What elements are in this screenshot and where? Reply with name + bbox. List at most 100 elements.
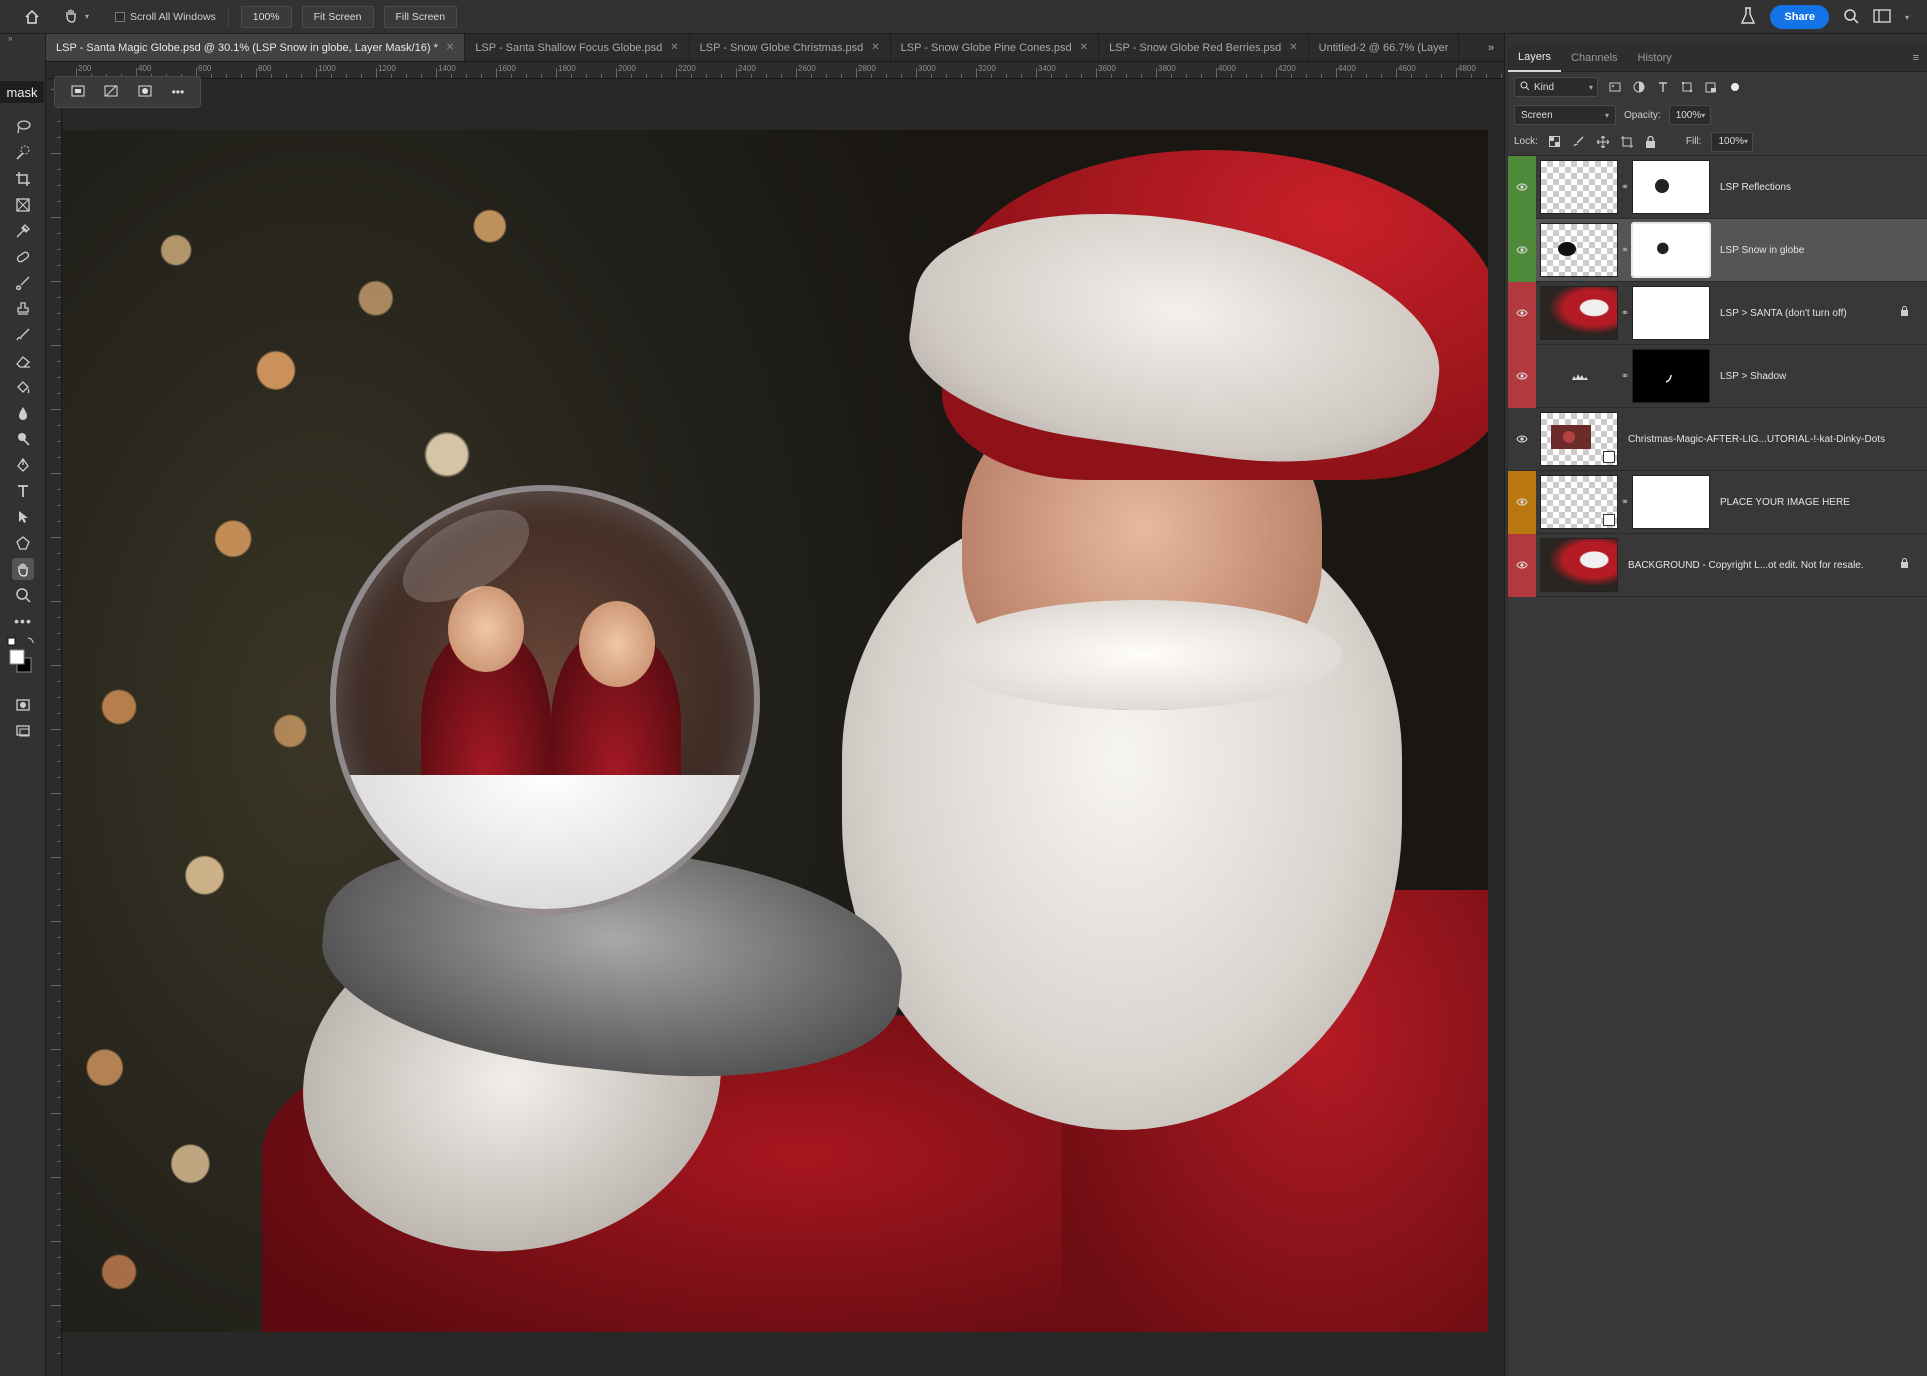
lock-artboard-icon[interactable]: [1620, 135, 1634, 149]
visibility-eye-icon[interactable]: [1508, 470, 1536, 534]
lock-all-icon[interactable]: [1644, 135, 1658, 149]
tab-document-3[interactable]: LSP - Snow Globe Pine Cones.psd ✕: [891, 34, 1100, 61]
layer-name[interactable]: LSP Reflections: [1720, 182, 1791, 193]
layer-thumbnail[interactable]: [1540, 160, 1618, 214]
more-tabs-icon[interactable]: »: [1478, 34, 1504, 61]
tab-document-5[interactable]: Untitled-2 @ 66.7% (Layer: [1309, 34, 1460, 61]
share-button[interactable]: Share: [1770, 5, 1829, 29]
lock-move-icon[interactable]: [1596, 135, 1610, 149]
layer-row[interactable]: ⚭ PLACE YOUR IMAGE HERE: [1508, 470, 1927, 534]
layer-mask-thumbnail[interactable]: [1632, 475, 1710, 529]
opacity-input[interactable]: 100% ▾: [1668, 105, 1711, 125]
levels-adjustment-icon[interactable]: [1540, 349, 1618, 403]
filter-kind-select[interactable]: Kind ▾: [1514, 77, 1598, 97]
layer-name[interactable]: BACKGROUND - Copyright L...ot edit. Not …: [1628, 560, 1864, 571]
filter-adjustment-icon[interactable]: [1632, 80, 1646, 94]
tab-history[interactable]: History: [1628, 44, 1682, 72]
blend-mode-select[interactable]: Screen ▾: [1514, 105, 1616, 125]
layer-name[interactable]: LSP Snow in globe: [1720, 245, 1804, 256]
fit-screen-button[interactable]: Fit Screen: [301, 5, 374, 28]
zoom-100-button[interactable]: 100%: [240, 5, 292, 28]
tab-document-4[interactable]: LSP - Snow Globe Red Berries.psd ✕: [1099, 34, 1309, 61]
layer-name[interactable]: LSP > SANTA (don't turn off): [1720, 308, 1847, 319]
paint-bucket-icon[interactable]: [12, 376, 34, 398]
home-icon[interactable]: [17, 2, 47, 32]
workspace-icon[interactable]: [1873, 8, 1891, 27]
hand-tool-preset[interactable]: ▾: [63, 5, 105, 29]
dodge-icon[interactable]: [12, 428, 34, 450]
filter-smart-object-icon[interactable]: [1704, 80, 1718, 94]
layer-row-selected[interactable]: ⚭ LSP Snow in globe: [1508, 218, 1927, 282]
layer-thumbnail[interactable]: [1540, 475, 1618, 529]
close-icon[interactable]: ✕: [871, 42, 879, 53]
layer-mask-thumbnail[interactable]: [1631, 222, 1711, 278]
lasso-icon[interactable]: [12, 116, 34, 138]
close-icon[interactable]: ✕: [1080, 42, 1088, 53]
eyedropper-icon[interactable]: [12, 220, 34, 242]
mask-select-icon[interactable]: [71, 84, 85, 101]
shape-icon[interactable]: [12, 532, 34, 554]
layer-name[interactable]: LSP > Shadow: [1720, 371, 1786, 382]
filter-toggle-icon[interactable]: [1728, 80, 1742, 94]
layer-name[interactable]: Christmas-Magic-AFTER-LIG...UTORIAL-!-ka…: [1628, 434, 1885, 445]
layer-row[interactable]: ⚭ LSP > SANTA (don't turn off): [1508, 281, 1927, 345]
link-icon[interactable]: ⚭: [1618, 497, 1632, 508]
quick-mask-icon[interactable]: [12, 694, 34, 716]
close-icon[interactable]: ✕: [670, 42, 678, 53]
mask-invert-icon[interactable]: [138, 84, 152, 101]
visibility-eye-icon[interactable]: [1508, 281, 1536, 345]
link-icon[interactable]: ⚭: [1618, 308, 1632, 319]
layer-mask-thumbnail[interactable]: [1632, 286, 1710, 340]
close-icon[interactable]: ✕: [446, 42, 454, 53]
scroll-all-windows-checkbox[interactable]: Scroll All Windows: [115, 11, 216, 23]
lock-brush-icon[interactable]: [1572, 135, 1586, 149]
layer-thumbnail[interactable]: [1540, 538, 1618, 592]
visibility-eye-icon[interactable]: [1508, 408, 1536, 471]
layer-row[interactable]: BACKGROUND - Copyright L...ot edit. Not …: [1508, 533, 1927, 597]
tab-document-2[interactable]: LSP - Snow Globe Christmas.psd ✕: [690, 34, 891, 61]
panel-menu-icon[interactable]: ≡: [1913, 52, 1927, 64]
close-icon[interactable]: ✕: [1289, 42, 1297, 53]
more-options-icon[interactable]: •••: [172, 85, 185, 99]
fill-screen-button[interactable]: Fill Screen: [383, 5, 458, 28]
color-swatches-icon[interactable]: [6, 636, 36, 676]
filter-shape-icon[interactable]: [1680, 80, 1694, 94]
layer-thumbnail[interactable]: [1540, 286, 1618, 340]
brush-icon[interactable]: [12, 272, 34, 294]
collapse-arrows-icon[interactable]: »: [0, 34, 45, 44]
zoom-icon[interactable]: [12, 584, 34, 606]
filter-type-icon[interactable]: [1656, 80, 1670, 94]
eraser-icon[interactable]: [12, 350, 34, 372]
link-icon[interactable]: ⚭: [1618, 182, 1632, 193]
visibility-eye-icon[interactable]: [1508, 155, 1536, 219]
hand-icon[interactable]: [12, 558, 34, 580]
link-icon[interactable]: ⚭: [1618, 245, 1632, 256]
lock-transparent-icon[interactable]: [1548, 135, 1562, 149]
screen-mode-icon[interactable]: [12, 720, 34, 742]
visibility-eye-icon[interactable]: [1508, 344, 1536, 408]
tab-document-0[interactable]: LSP - Santa Magic Globe.psd @ 30.1% (LSP…: [46, 34, 466, 61]
layer-row[interactable]: ⚭ LSP Reflections: [1508, 155, 1927, 219]
tab-layers[interactable]: Layers: [1508, 44, 1562, 72]
mask-disable-icon[interactable]: [104, 84, 118, 101]
stamp-icon[interactable]: [12, 298, 34, 320]
more-tools-icon[interactable]: •••: [12, 610, 34, 632]
document-canvas[interactable]: [62, 130, 1488, 1332]
pen-icon[interactable]: [12, 454, 34, 476]
layer-mask-thumbnail[interactable]: [1632, 160, 1710, 214]
search-icon[interactable]: [1843, 8, 1859, 27]
filter-pixel-icon[interactable]: [1608, 80, 1622, 94]
chevron-down-icon[interactable]: ▾: [1905, 13, 1909, 22]
visibility-eye-icon[interactable]: [1508, 533, 1536, 597]
layer-mask-thumbnail[interactable]: [1632, 349, 1710, 403]
blur-icon[interactable]: [12, 402, 34, 424]
layer-row[interactable]: ⚭ LSP > Shadow: [1508, 344, 1927, 408]
tab-channels[interactable]: Channels: [1561, 44, 1627, 72]
layer-name[interactable]: PLACE YOUR IMAGE HERE: [1720, 497, 1850, 508]
layer-thumbnail[interactable]: [1540, 223, 1618, 277]
link-icon[interactable]: ⚭: [1618, 371, 1632, 382]
frame-icon[interactable]: [12, 194, 34, 216]
tab-document-1[interactable]: LSP - Santa Shallow Focus Globe.psd ✕: [465, 34, 690, 61]
path-select-icon[interactable]: [12, 506, 34, 528]
fill-input[interactable]: 100% ▾: [1711, 131, 1754, 152]
